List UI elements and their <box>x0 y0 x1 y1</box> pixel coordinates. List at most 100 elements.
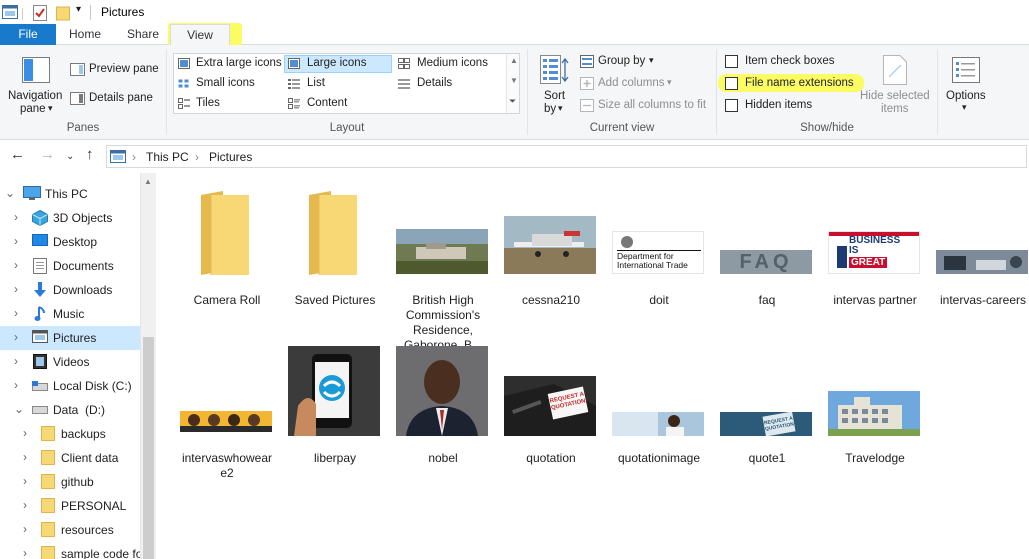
chevron-right-icon[interactable]: › <box>14 354 18 368</box>
back-arrow-icon[interactable]: ← <box>10 147 25 162</box>
chevron-right-icon[interactable]: › <box>14 258 18 272</box>
layout-large-icons[interactable]: Large icons <box>307 57 366 69</box>
sort-by-icon[interactable] <box>540 55 570 85</box>
chevron-right-icon[interactable]: › <box>23 474 27 488</box>
nav-item-this-pc[interactable]: ⌄ This PC <box>0 182 140 206</box>
address-bar[interactable]: › This PC › Pictures <box>106 145 1027 168</box>
nav-item-videos[interactable]: › Videos <box>0 350 140 374</box>
recent-locations-icon[interactable]: ⌄ <box>66 149 74 164</box>
scroll-up-icon[interactable]: ▲ <box>510 56 518 65</box>
nav-item-pictures[interactable]: › Pictures <box>0 326 140 350</box>
file-item-travelodge[interactable]: Travelodge <box>821 345 929 485</box>
nav-item-documents[interactable]: › Documents <box>0 254 140 278</box>
tab-view[interactable]: View <box>170 24 230 46</box>
chevron-right-icon[interactable]: › <box>14 234 18 248</box>
chevron-right-icon[interactable]: › <box>14 378 18 392</box>
file-item-quotationimage[interactable]: quotationimage <box>605 345 713 485</box>
tab-share[interactable]: Share <box>118 24 168 45</box>
nav-item-music[interactable]: › Music <box>0 302 140 326</box>
chevron-down-icon[interactable]: ▾ <box>649 55 654 66</box>
file-item-doit[interactable]: Department for International Trade doit <box>605 187 713 327</box>
window-icon[interactable] <box>2 5 18 19</box>
layout-extra-large-icons[interactable]: Extra large icons <box>196 57 282 69</box>
details-pane-button[interactable]: Details pane <box>89 92 153 104</box>
chevron-right-icon[interactable]: › <box>23 546 27 559</box>
file-item-saved-pictures[interactable]: Saved Pictures <box>281 187 389 327</box>
nav-scrollbar[interactable]: ▲ <box>140 173 156 559</box>
size-all-columns-button[interactable]: Size all columns to fit <box>598 99 706 111</box>
chevron-right-icon[interactable]: › <box>14 330 18 344</box>
group-by-button[interactable]: Group by <box>598 55 645 67</box>
layout-list[interactable]: List <box>307 77 325 89</box>
nav-item-resources[interactable]: › resources <box>0 518 140 542</box>
file-name-extensions-label[interactable]: File name extensions <box>745 77 854 89</box>
file-name-extensions-checkbox[interactable] <box>725 77 738 90</box>
options-icon[interactable] <box>952 57 980 83</box>
file-item-nobel[interactable]: nobel <box>389 345 497 485</box>
breadcrumb-this-pc[interactable]: This PC <box>146 150 189 164</box>
hidden-items-checkbox[interactable] <box>725 99 738 112</box>
layout-medium-icons[interactable]: Medium icons <box>417 57 488 69</box>
item-check-boxes-checkbox[interactable] <box>725 55 738 68</box>
chevron-down-icon[interactable]: ▾ <box>667 77 672 88</box>
hide-selected-items-label-2[interactable]: items <box>881 103 908 115</box>
nav-item-desktop[interactable]: › Desktop <box>0 230 140 254</box>
breadcrumb-separator[interactable]: › <box>132 150 136 164</box>
file-item-cessna210[interactable]: cessna210 <box>497 187 605 327</box>
file-item-liberpay[interactable]: liberpay <box>281 345 389 485</box>
chevron-right-icon[interactable]: › <box>23 450 27 464</box>
file-item-intervas-careers[interactable]: intervas-careers <box>929 187 1029 327</box>
chevron-right-icon[interactable]: › <box>23 426 27 440</box>
file-item-quotation[interactable]: REQUEST A QUOTATION quotation <box>497 345 605 485</box>
chevron-down-icon[interactable]: ▾ <box>48 103 53 114</box>
file-item-faq[interactable]: FAQ faq <box>713 187 821 327</box>
scroll-up-icon[interactable]: ▲ <box>144 177 152 186</box>
layout-content[interactable]: Content <box>307 97 347 109</box>
nav-item-backups[interactable]: › backups <box>0 422 140 446</box>
navigation-pane-icon[interactable] <box>22 57 50 83</box>
nav-item-data-d[interactable]: ⌄ Data (D:) <box>0 398 140 422</box>
chevron-down-icon[interactable]: ▾ <box>962 102 967 113</box>
file-item-intervaswhowear[interactable]: intervaswhowear e2 <box>173 345 281 485</box>
tab-home[interactable]: Home <box>60 24 110 45</box>
customize-quick-access-icon[interactable]: ▾ <box>76 4 81 15</box>
sort-by-label[interactable]: Sort <box>544 90 565 102</box>
new-folder-icon[interactable] <box>56 5 70 21</box>
gallery-expand-icon[interactable]: ⏷ <box>509 96 516 107</box>
sort-by-label-2[interactable]: by <box>544 103 556 115</box>
scroll-down-icon[interactable]: ▼ <box>510 76 518 85</box>
breadcrumb-separator[interactable]: › <box>195 150 199 164</box>
nav-item-client-data[interactable]: › Client data <box>0 446 140 470</box>
up-arrow-icon[interactable]: ↑ <box>86 147 94 162</box>
navigation-pane-label[interactable]: Navigation <box>8 90 62 102</box>
file-item-camera-roll[interactable]: Camera Roll <box>173 187 281 327</box>
chevron-down-icon[interactable]: ⌄ <box>14 402 24 416</box>
layout-small-icons[interactable]: Small icons <box>196 77 255 89</box>
navigation-pane-label-2[interactable]: pane <box>20 103 46 115</box>
file-item-intervas-partner[interactable]: BUSINESS IS GREAT intervas partner <box>821 187 929 327</box>
chevron-right-icon[interactable]: › <box>14 210 18 224</box>
hide-selected-items-icon[interactable] <box>883 55 907 85</box>
file-item-quote1[interactable]: REQUEST A QUOTATION quote1 <box>713 345 821 485</box>
item-check-boxes-label[interactable]: Item check boxes <box>745 55 834 67</box>
add-columns-button[interactable]: Add columns <box>598 77 664 89</box>
chevron-right-icon[interactable]: › <box>14 306 18 320</box>
options-button[interactable]: Options <box>946 90 986 102</box>
preview-pane-button[interactable]: Preview pane <box>89 63 159 75</box>
chevron-right-icon[interactable]: › <box>23 522 27 536</box>
layout-details[interactable]: Details <box>417 77 452 89</box>
nav-item-sample-code[interactable]: › sample code fo <box>0 542 140 559</box>
nav-item-local-disk-c[interactable]: › Local Disk (C:) <box>0 374 140 398</box>
layout-gallery-scroll[interactable]: ▲ ▼ ⏷ <box>506 54 519 113</box>
tab-file[interactable]: File <box>0 24 56 45</box>
chevron-right-icon[interactable]: › <box>23 498 27 512</box>
forward-arrow-icon[interactable]: → <box>40 147 55 162</box>
nav-item-3d-objects[interactable]: › 3D Objects <box>0 206 140 230</box>
chevron-down-icon[interactable]: ⌄ <box>5 186 15 200</box>
nav-item-github[interactable]: › github <box>0 470 140 494</box>
layout-tiles[interactable]: Tiles <box>196 97 220 109</box>
chevron-right-icon[interactable]: › <box>14 282 18 296</box>
breadcrumb-pictures[interactable]: Pictures <box>209 150 252 164</box>
scrollbar-thumb[interactable] <box>143 337 154 559</box>
nav-item-downloads[interactable]: › Downloads <box>0 278 140 302</box>
